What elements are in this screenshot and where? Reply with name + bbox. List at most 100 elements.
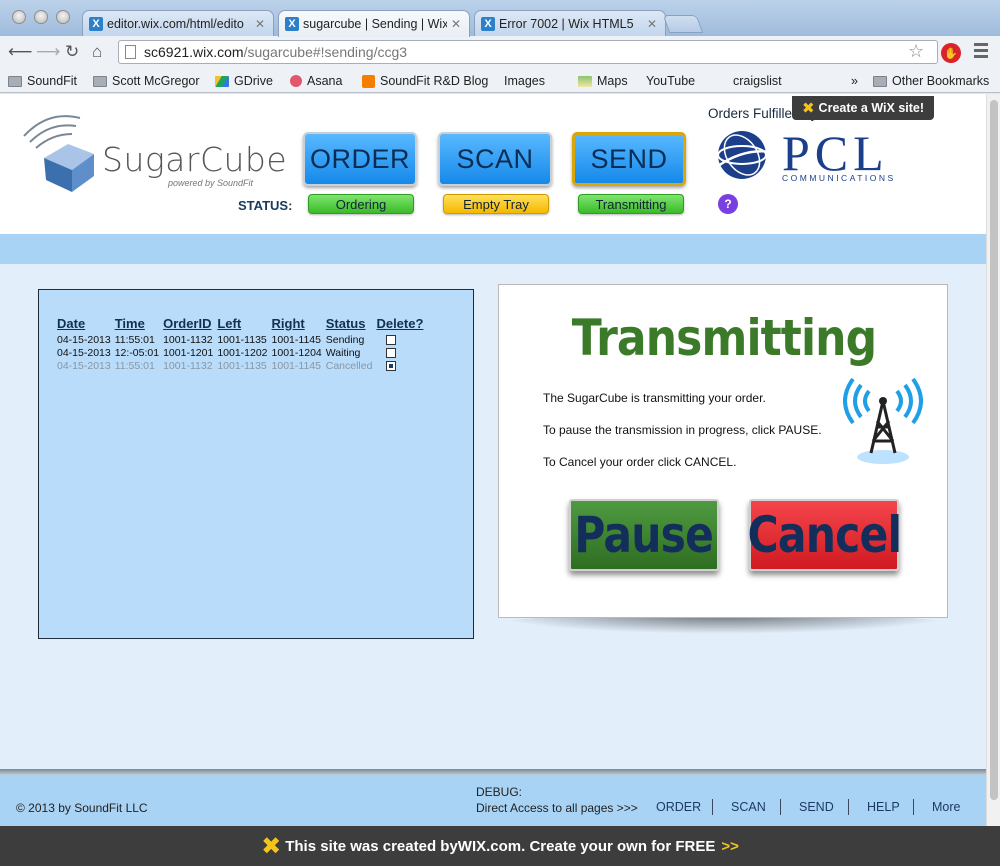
footer-link-order[interactable]: ORDER xyxy=(656,800,701,814)
nav-send-button[interactable]: SEND xyxy=(572,132,686,186)
pause-label: Pause xyxy=(574,506,715,564)
status-pill-empty-tray: Empty Tray xyxy=(443,194,549,214)
cell-right: 1001-1145 xyxy=(271,359,321,372)
footer-link-more[interactable]: More xyxy=(932,800,960,814)
minimize-window-icon[interactable] xyxy=(34,10,48,24)
close-window-icon[interactable] xyxy=(12,10,26,24)
bookmark-asana[interactable]: Asana xyxy=(290,74,342,88)
url-host: sc6921.wix.com xyxy=(144,44,244,60)
create-wix-label: Create a WiX site! xyxy=(818,101,925,115)
footer-link-send[interactable]: SEND xyxy=(799,800,834,814)
header-band xyxy=(0,234,986,264)
bookmark-soundfit-blog[interactable]: SoundFit R&D Blog xyxy=(362,74,488,88)
close-tab-icon[interactable]: ✕ xyxy=(647,17,657,31)
column-header-right[interactable]: Right xyxy=(272,316,326,333)
cell-left: 1001-1202 xyxy=(217,346,268,359)
tab-title: editor.wix.com/html/edito xyxy=(107,16,244,31)
url-path: /sugarcube#!sending/ccg3 xyxy=(243,44,408,60)
column-header-delete[interactable]: Delete? xyxy=(376,316,428,333)
create-wix-site-button[interactable]: ✖ Create a WiX site! xyxy=(792,96,934,120)
footer-link-help[interactable]: HELP xyxy=(867,800,900,814)
nav-order-button[interactable]: ORDER xyxy=(303,132,417,186)
bookmark-label: craigslist xyxy=(733,74,782,88)
tab-editor[interactable]: X editor.wix.com/html/edito ✕ xyxy=(82,10,274,36)
column-header-time[interactable]: Time xyxy=(115,316,163,333)
wix-banner-prefix: This site was created by xyxy=(285,837,458,855)
bookmark-label: SoundFit R&D Blog xyxy=(380,74,489,88)
blogger-icon xyxy=(362,74,375,88)
cell-left: 1001-1135 xyxy=(217,359,267,372)
bookmarks-bar: SoundFit Scott McGregor GDrive Asana Sou… xyxy=(0,68,1000,181)
delete-checkbox[interactable] xyxy=(386,334,397,345)
tab-error-7002[interactable]: X Error 7002 | Wix HTML5 ✕ xyxy=(474,10,666,36)
card-title: Transmitting xyxy=(571,309,877,367)
zoom-window-icon[interactable] xyxy=(56,10,70,24)
cell-order-id: 1001-1132 xyxy=(163,359,213,372)
home-icon[interactable]: ⌂ xyxy=(92,42,102,62)
maps-icon xyxy=(578,75,592,87)
cell-date: 04-15-2013 xyxy=(57,346,111,359)
cell-status: Cancelled xyxy=(325,359,373,372)
close-tab-icon[interactable]: ✕ xyxy=(451,17,461,31)
help-icon[interactable]: ? xyxy=(718,194,738,214)
cube-logo-icon xyxy=(23,115,94,192)
sugarcube-logo[interactable]: SugarCube powered by SoundFit xyxy=(18,108,287,198)
forward-arrow-icon[interactable]: ⟶ xyxy=(36,42,60,62)
address-bar[interactable]: sc6921.wix.com/sugarcube#!sending/ccg3 xyxy=(118,40,938,64)
bookmark-youtube[interactable]: YouTube xyxy=(646,74,695,181)
column-header-orderid[interactable]: OrderID xyxy=(163,316,217,333)
bookmark-scott-mcgregor[interactable]: Scott McGregor xyxy=(93,74,200,88)
bookmark-star-icon[interactable]: ☆ xyxy=(908,41,924,62)
logo-tagline: powered by SoundFit xyxy=(168,178,254,188)
footer-link-scan[interactable]: SCAN xyxy=(731,800,766,814)
page-scrollbar[interactable] xyxy=(986,94,1000,828)
delete-checkbox[interactable] xyxy=(386,347,397,358)
table-row[interactable]: 04-15-2013 11:55:01 1001-1132 1001-1135 … xyxy=(57,359,428,372)
cancel-button[interactable]: Cancel xyxy=(747,499,902,571)
nav-scan-button[interactable]: SCAN xyxy=(438,132,552,186)
bookmark-other[interactable]: Other Bookmarks xyxy=(873,74,989,88)
scrollbar-thumb[interactable] xyxy=(990,100,998,800)
cell-order-id: 1001-1201 xyxy=(163,346,214,359)
bookmark-gdrive[interactable]: GDrive xyxy=(215,74,273,88)
browser-tab-bar: X editor.wix.com/html/edito ✕ X sugarcub… xyxy=(0,0,1000,37)
tab-title: sugarcube | Sending | Wix xyxy=(303,17,447,31)
cell-right: 1001-1204 xyxy=(271,346,322,359)
wix-favicon-icon: X xyxy=(481,16,495,31)
cancel-label: Cancel xyxy=(747,506,901,564)
tab-sugarcube-sending[interactable]: X sugarcube | Sending | Wix ✕ xyxy=(278,10,470,37)
reload-icon[interactable]: ↻ xyxy=(65,42,79,62)
transmitting-card: Transmitting The SugarCube is transmitti… xyxy=(498,284,948,618)
table-row[interactable]: 04-15-2013 11:55:01 1001-1132 1001-1135 … xyxy=(57,333,428,346)
cell-order-id: 1001-1132 xyxy=(163,333,213,346)
table-row[interactable]: 04-15-2013 12:-05:01 1001-1201 1001-1202… xyxy=(57,346,428,359)
column-header-date[interactable]: Date xyxy=(57,316,115,333)
bookmark-craigslist[interactable]: craigslist xyxy=(733,74,782,181)
copyright-text: © 2013 by SoundFit LLC xyxy=(16,801,148,815)
bookmarks-overflow-icon[interactable]: » xyxy=(851,74,858,88)
browser-menu-icon[interactable] xyxy=(974,43,988,61)
column-header-left[interactable]: Left xyxy=(217,316,271,333)
bookmark-maps[interactable]: Maps xyxy=(578,74,628,88)
partner-sub: COMMUNICATIONS xyxy=(782,173,896,183)
cell-time: 11:55:01 xyxy=(114,359,155,372)
page-icon xyxy=(125,45,136,59)
orders-panel: Date Time OrderID Left Right Status Dele… xyxy=(38,289,474,639)
wix-promo-banner[interactable]: ✖ This site was created by WIX.com. Crea… xyxy=(0,826,1000,866)
wix-logo-icon: ✖ xyxy=(801,100,815,117)
cell-date: 04-15-2013 xyxy=(57,359,111,372)
extension-stop-icon[interactable]: ✋ xyxy=(941,43,961,63)
pcl-logo[interactable]: PCL COMMUNICATIONS xyxy=(714,125,914,183)
delete-checkbox[interactable] xyxy=(386,360,397,371)
back-arrow-icon[interactable]: ⟵ xyxy=(8,42,32,62)
close-tab-icon[interactable]: ✕ xyxy=(255,17,265,31)
bookmark-label: Maps xyxy=(597,74,628,88)
new-tab-button[interactable] xyxy=(662,15,704,33)
asana-icon xyxy=(290,75,302,87)
cell-status: Sending xyxy=(325,333,365,346)
bookmark-soundfit[interactable]: SoundFit xyxy=(8,74,77,88)
column-header-status[interactable]: Status xyxy=(326,316,377,333)
pause-button[interactable]: Pause xyxy=(569,499,719,571)
bookmark-images[interactable]: Images xyxy=(504,74,545,181)
cell-status: Waiting xyxy=(325,346,361,359)
